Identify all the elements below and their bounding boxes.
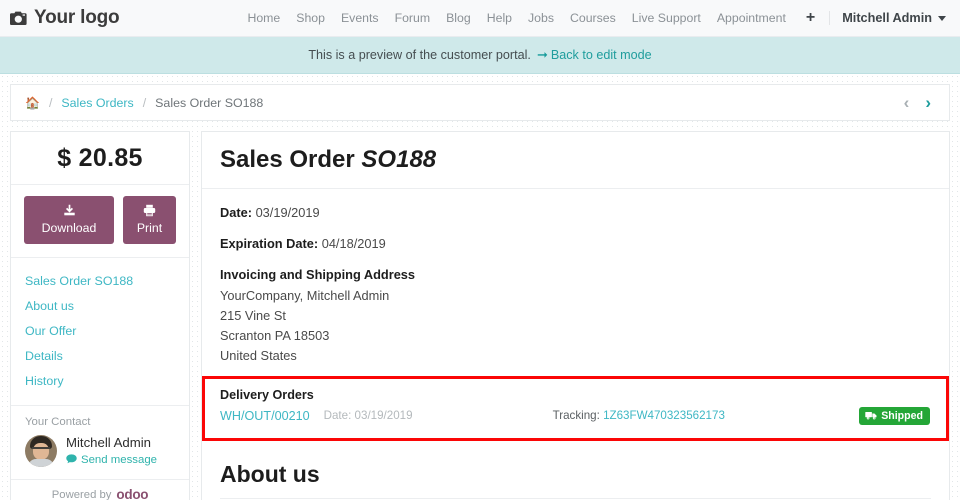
sidebar-actions: Download Print bbox=[11, 184, 189, 257]
sidebar-item-about-us[interactable]: About us bbox=[25, 293, 189, 318]
order-card: Sales Order SO188 Date: 03/19/2019 Expir… bbox=[201, 131, 950, 500]
brand-label: Your logo bbox=[34, 7, 120, 28]
powered-by: Powered by odoo bbox=[11, 479, 189, 500]
preview-banner: This is a preview of the customer portal… bbox=[0, 37, 960, 74]
chevron-right-icon[interactable]: › bbox=[925, 94, 931, 111]
breadcrumb-item-sales-orders[interactable]: Sales Orders bbox=[61, 96, 133, 110]
field-expiration-date-label: Expiration Date: bbox=[220, 236, 319, 251]
nav-links: Home Shop Events Forum Blog Help Jobs Co… bbox=[239, 10, 946, 26]
page-container: 🏠 / Sales Orders / Sales Order SO188 ‹ ›… bbox=[0, 74, 960, 500]
delivery-order-row: WH/OUT/00210 Date: 03/19/2019 Tracking: … bbox=[220, 406, 930, 425]
nav-item-appointment[interactable]: Appointment bbox=[709, 11, 794, 25]
nav-item-live-support[interactable]: Live Support bbox=[624, 11, 709, 25]
arrow-right-icon: ➞ bbox=[536, 47, 548, 62]
address-line-4: United States bbox=[220, 347, 297, 363]
about-us-heading: About us bbox=[220, 460, 320, 487]
download-icon bbox=[63, 204, 76, 217]
sidebar-item-sales-order[interactable]: Sales Order SO188 bbox=[25, 268, 189, 293]
contact-details: Mitchell Admin Send message bbox=[66, 435, 157, 467]
download-button[interactable]: Download bbox=[24, 196, 114, 244]
brand-logo[interactable]: Your logo bbox=[10, 7, 120, 29]
address-line-2: 215 Vine St bbox=[220, 307, 286, 323]
add-page-icon[interactable]: + bbox=[794, 10, 825, 26]
order-body: Date: 03/19/2019 Expiration Date: 04/18/… bbox=[202, 189, 949, 445]
page-title: Sales Order SO188 bbox=[220, 146, 931, 174]
nav-item-home[interactable]: Home bbox=[239, 11, 288, 25]
odoo-logo: odoo bbox=[116, 487, 149, 500]
breadcrumb: 🏠 / Sales Orders / Sales Order SO188 ‹ › bbox=[10, 84, 950, 121]
sidebar-item-details[interactable]: Details bbox=[25, 343, 189, 368]
order-header: Sales Order SO188 bbox=[202, 132, 949, 189]
nav-item-courses[interactable]: Courses bbox=[562, 11, 624, 25]
field-expiration-date-value: 04/18/2019 bbox=[321, 236, 386, 251]
user-menu[interactable]: Mitchell Admin bbox=[829, 11, 946, 25]
delivery-orders-title: Delivery Orders bbox=[220, 387, 314, 402]
delivery-orders-section: Delivery Orders WH/OUT/00210 Date: 03/19… bbox=[202, 375, 949, 441]
address-title: Invoicing and Shipping Address bbox=[220, 267, 416, 282]
address-line-3: Scranton PA 18503 bbox=[220, 327, 330, 343]
contact-row: Mitchell Admin Send message bbox=[25, 435, 175, 467]
powered-by-label: Powered by bbox=[51, 488, 112, 500]
breadcrumb-separator-2: / bbox=[142, 95, 147, 110]
about-us-section: About us This is a sample quotation temp… bbox=[202, 445, 949, 500]
status-badge: Shipped bbox=[859, 406, 930, 425]
field-date-value: 03/19/2019 bbox=[255, 205, 320, 220]
sidebar-nav: Sales Order SO188 About us Our Offer Det… bbox=[11, 257, 189, 405]
nav-item-shop[interactable]: Shop bbox=[288, 11, 333, 25]
delivery-order-reference[interactable]: WH/OUT/00210 bbox=[220, 409, 310, 423]
nav-item-events[interactable]: Events bbox=[333, 11, 387, 25]
delivery-order-date-label: Date: bbox=[323, 409, 352, 423]
content-layout: $ 20.85 Download Print Sales Order SO188… bbox=[10, 131, 950, 500]
chevron-left-icon[interactable]: ‹ bbox=[904, 94, 910, 111]
camera-icon bbox=[10, 11, 27, 26]
send-message-link[interactable]: Send message bbox=[66, 454, 157, 467]
field-expiration-date: Expiration Date: 04/18/2019 bbox=[220, 236, 931, 251]
print-button-label: Print bbox=[136, 221, 163, 235]
address-line-1: YourCompany, Mitchell Admin bbox=[220, 288, 390, 303]
status-badge-label: Shipped bbox=[881, 409, 923, 422]
sidebar-item-history[interactable]: History bbox=[25, 368, 189, 393]
chevron-down-icon bbox=[938, 15, 946, 21]
contact-section: Your Contact Mitchell Admin Send message bbox=[11, 405, 189, 479]
sidebar-card: $ 20.85 Download Print Sales Order SO188… bbox=[10, 131, 190, 500]
print-button[interactable]: Print bbox=[123, 196, 176, 244]
nav-item-forum[interactable]: Forum bbox=[387, 11, 439, 25]
chat-bubble-icon bbox=[66, 454, 77, 467]
back-to-edit-mode-link[interactable]: Back to edit mode bbox=[551, 48, 652, 62]
truck-icon bbox=[865, 411, 877, 420]
avatar bbox=[25, 435, 57, 467]
nav-item-help[interactable]: Help bbox=[479, 11, 520, 25]
user-menu-label: Mitchell Admin bbox=[842, 11, 932, 25]
nav-item-blog[interactable]: Blog bbox=[438, 11, 479, 25]
page-title-prefix: Sales Order bbox=[220, 146, 355, 173]
breadcrumb-item-current: Sales Order SO188 bbox=[155, 95, 264, 110]
contact-name: Mitchell Admin bbox=[66, 435, 152, 451]
page-title-reference: SO188 bbox=[361, 146, 437, 173]
field-date-label: Date: bbox=[220, 205, 252, 220]
breadcrumb-pager: ‹ › bbox=[904, 94, 941, 111]
delivery-order-date: Date: 03/19/2019 bbox=[324, 409, 413, 422]
tracking-label: Tracking: bbox=[552, 409, 600, 423]
send-message-label: Send message bbox=[81, 454, 157, 467]
sidebar: $ 20.85 Download Print Sales Order SO188… bbox=[10, 131, 190, 500]
nav-item-jobs[interactable]: Jobs bbox=[520, 11, 562, 25]
about-us-divider bbox=[220, 497, 931, 499]
delivery-order-date-value: 03/19/2019 bbox=[354, 409, 413, 423]
delivery-order-tracking: Tracking: 1Z63FW470323562173 bbox=[553, 409, 725, 422]
sidebar-item-our-offer[interactable]: Our Offer bbox=[25, 318, 189, 343]
preview-banner-text: This is a preview of the customer portal… bbox=[308, 48, 531, 62]
breadcrumb-separator-1: / bbox=[48, 95, 53, 110]
top-navbar: Your logo Home Shop Events Forum Blog He… bbox=[0, 0, 960, 37]
tracking-number-link[interactable]: 1Z63FW470323562173 bbox=[603, 409, 725, 422]
address-block: YourCompany, Mitchell Admin 215 Vine St … bbox=[220, 286, 931, 366]
order-total-amount: $ 20.85 bbox=[57, 144, 143, 172]
printer-icon bbox=[143, 204, 156, 217]
contact-section-title: Your Contact bbox=[25, 416, 91, 428]
field-date: Date: 03/19/2019 bbox=[220, 205, 931, 220]
breadcrumb-crumbs: 🏠 / Sales Orders / Sales Order SO188 bbox=[25, 96, 263, 110]
download-button-label: Download bbox=[41, 221, 97, 235]
home-icon[interactable]: 🏠 bbox=[25, 97, 40, 109]
main-content: Sales Order SO188 Date: 03/19/2019 Expir… bbox=[201, 131, 950, 500]
